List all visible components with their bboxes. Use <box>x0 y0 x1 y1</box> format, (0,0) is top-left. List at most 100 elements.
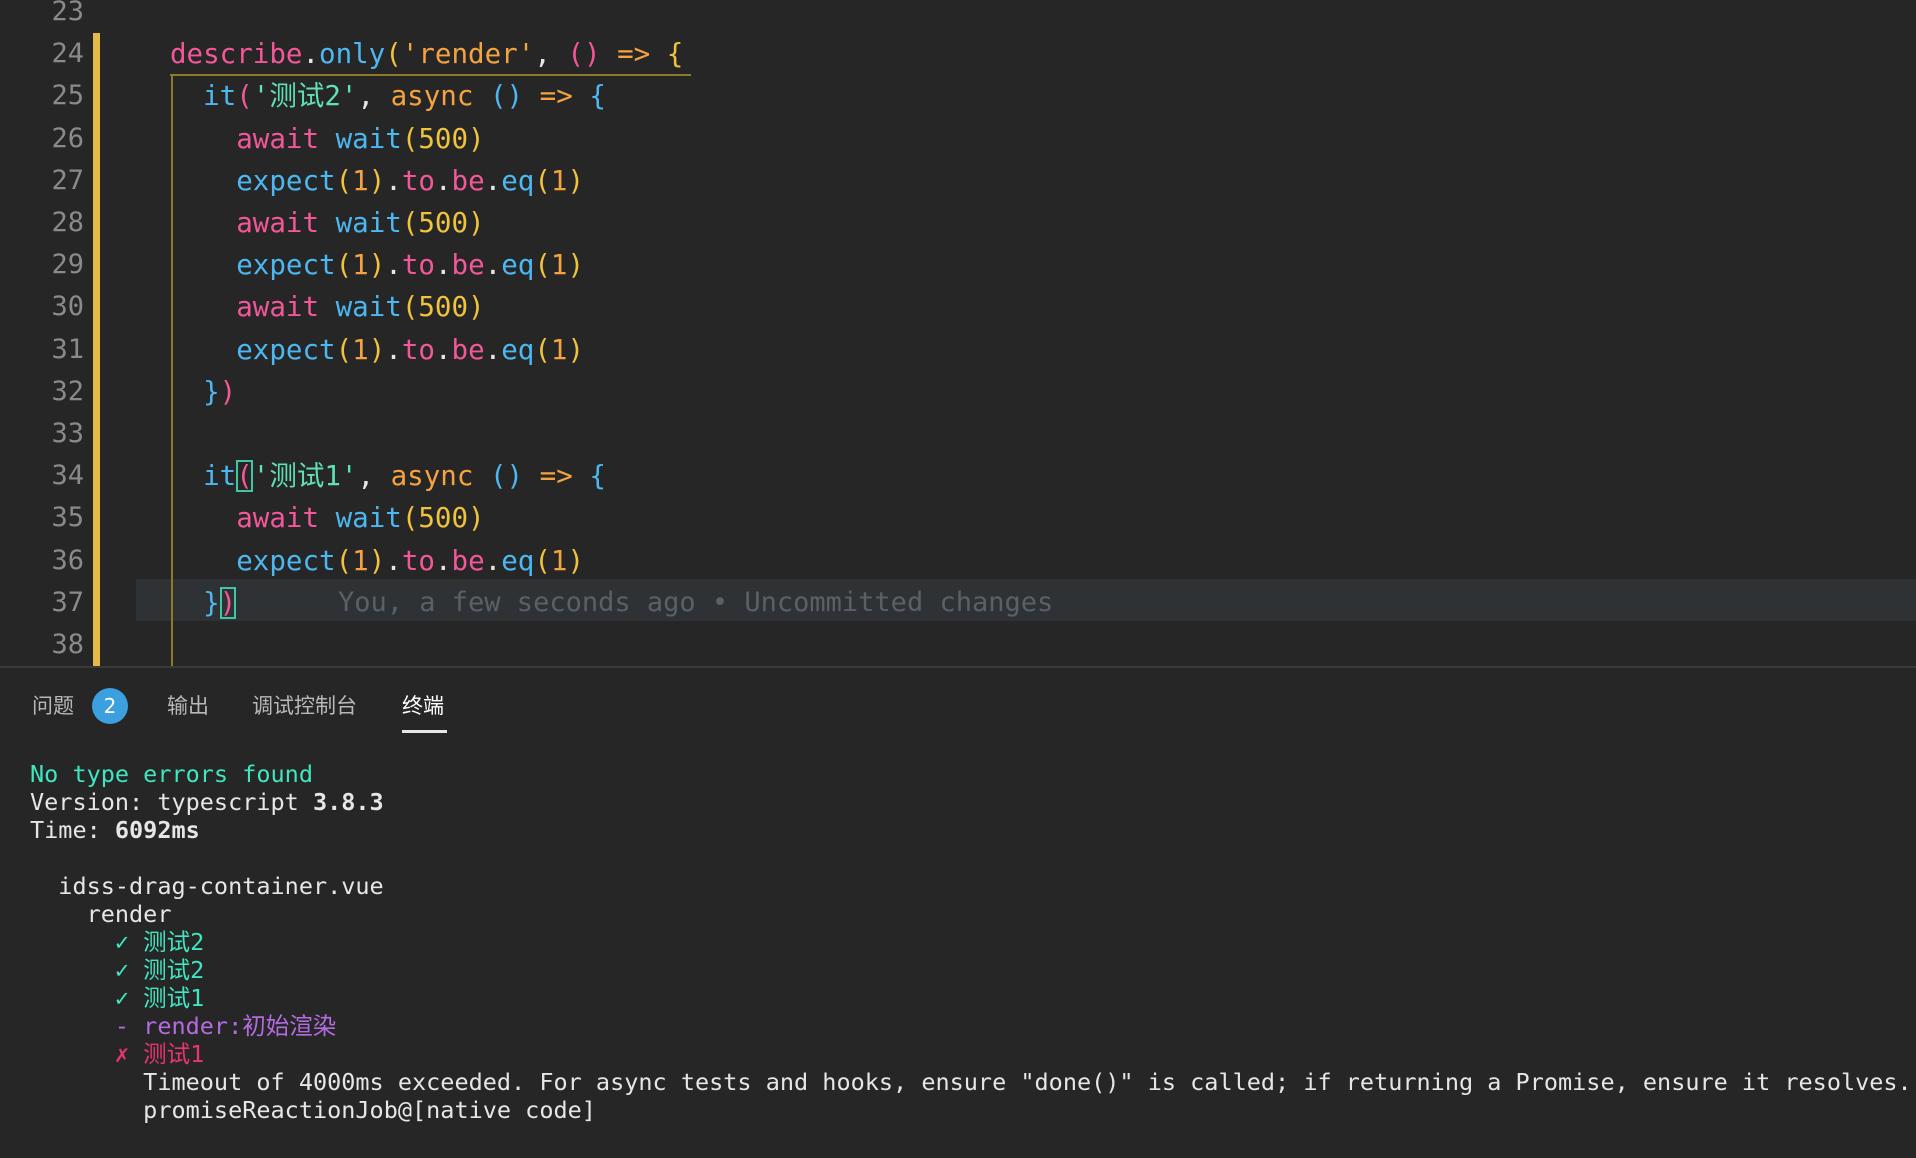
code-token: await <box>170 122 320 155</box>
code-token: { <box>666 38 684 71</box>
code-token: 500 <box>418 291 469 324</box>
git-blame-annotation: You, a few seconds ago • Uncommitted cha… <box>338 586 1054 618</box>
code-token: to <box>401 333 435 366</box>
code-token: ( <box>385 38 402 71</box>
code-token: expect <box>170 249 336 282</box>
code-token: . <box>434 249 452 282</box>
terminal-line: ✓ 测试2 <box>30 956 205 984</box>
code-token: describe <box>170 38 303 71</box>
terminal-bold-value: 3.8.3 <box>312 788 384 816</box>
code-token: eq <box>501 249 535 282</box>
tab-debug-console[interactable]: 调试控制台 <box>252 690 357 720</box>
code-text: expect(1).to.be.eq(1) <box>170 160 584 202</box>
code-token: async <box>390 460 474 493</box>
code-token: 1 <box>550 544 568 577</box>
code-token: 1 <box>550 333 568 366</box>
code-token: . <box>302 38 320 71</box>
code-token: 1 <box>352 249 369 282</box>
code-token: ) <box>567 249 585 282</box>
code-line: 33 <box>0 413 1916 455</box>
line-number: 37 <box>51 586 84 618</box>
code-text: await wait(500) <box>170 118 484 160</box>
code-editor[interactable]: 23 24 describe.only('render', () => {25 it… <box>0 0 1916 666</box>
line-number: 36 <box>51 544 84 576</box>
code-token: ) <box>567 333 585 366</box>
code-token: 1 <box>352 164 369 197</box>
code-token: wait <box>335 291 402 324</box>
terminal-line: promiseReactionJob@[native code] <box>30 1096 596 1124</box>
code-line: 23 <box>0 0 1916 33</box>
code-token: 500 <box>418 207 469 239</box>
code-token: . <box>385 249 402 282</box>
code-token: } <box>170 375 220 408</box>
code-text: }) <box>170 371 236 413</box>
code-token: be <box>451 249 485 282</box>
active-tab-indicator <box>402 730 447 733</box>
code-text: it('测试2', async () => { <box>170 75 606 117</box>
code-token: to <box>401 249 435 282</box>
code-token: wait <box>335 502 402 535</box>
terminal-line: Version: typescript 3.8.3 <box>30 788 384 816</box>
tab-problems[interactable]: 问题 <box>32 690 74 720</box>
terminal-line: ✓ 测试2 <box>30 928 205 956</box>
code-line: 25 it('测试2', async () => { <box>0 75 1916 117</box>
code-token: , <box>357 460 391 493</box>
code-line: 36 expect(1).to.be.eq(1) <box>0 540 1916 582</box>
code-line: 29 expect(1).to.be.eq(1) <box>0 244 1916 286</box>
code-token: ( <box>401 291 419 324</box>
tab-terminal[interactable]: 终端 <box>402 690 444 720</box>
terminal-line: render <box>30 900 172 928</box>
code-token: ) <box>368 164 386 197</box>
code-token: ( <box>236 80 253 113</box>
code-token: ( <box>401 122 419 155</box>
code-token: expect <box>170 164 336 197</box>
code-line: 38 <box>0 624 1916 666</box>
code-text: await wait(500) <box>170 497 484 539</box>
code-token: . <box>385 544 402 577</box>
code-token: ( <box>335 333 353 366</box>
line-number: 25 <box>51 80 84 112</box>
code-token: 500 <box>418 122 469 155</box>
code-token: wait <box>335 122 402 155</box>
code-token: ( <box>236 460 253 493</box>
terminal-line: Timeout of 4000ms exceeded. For async te… <box>30 1068 1912 1096</box>
code-line: 34 it('测试1', async () => { <box>0 455 1916 497</box>
code-token: '测试2' <box>252 80 358 113</box>
code-token: ( <box>534 164 551 197</box>
code-token: ( <box>534 333 551 366</box>
line-number: 38 <box>51 629 84 660</box>
line-number: 33 <box>51 418 84 449</box>
code-line: 37 }) You, a few seconds ago • Uncommitte… <box>0 582 1916 624</box>
code-token: . <box>385 333 402 366</box>
code-token: be <box>451 333 485 366</box>
code-line: 27 expect(1).to.be.eq(1) <box>0 160 1916 202</box>
line-number: 35 <box>51 502 84 534</box>
code-token: ( <box>335 164 353 197</box>
terminal-line: - render:初始渲染 <box>30 1012 337 1040</box>
code-token: ( <box>335 544 353 577</box>
code-token: ) <box>567 544 585 577</box>
line-number: 24 <box>51 38 84 70</box>
line-number: 23 <box>51 0 84 27</box>
code-token: , <box>534 38 568 71</box>
terminal-output[interactable]: No type errors found Version: typescript … <box>30 760 1912 1124</box>
code-token: => <box>523 460 590 493</box>
line-number: 29 <box>51 249 84 281</box>
tab-output[interactable]: 输出 <box>167 690 209 720</box>
line-number: 28 <box>51 207 84 238</box>
code-token: . <box>434 164 452 197</box>
code-line: 35 await wait(500) <box>0 497 1916 539</box>
code-token: ( <box>401 207 419 239</box>
code-token: eq <box>501 333 535 366</box>
code-token: 1 <box>550 249 568 282</box>
code-text: expect(1).to.be.eq(1) <box>170 329 584 371</box>
code-token: ) <box>219 586 237 619</box>
code-line: 28 await wait(500) <box>0 202 1916 244</box>
terminal-line: idss-drag-container.vue <box>30 872 384 900</box>
code-text: expect(1).to.be.eq(1) <box>170 540 584 582</box>
code-token: () <box>567 38 601 71</box>
panel-tabs: 问题 2 输出 调试控制台 终端 <box>0 668 1916 738</box>
